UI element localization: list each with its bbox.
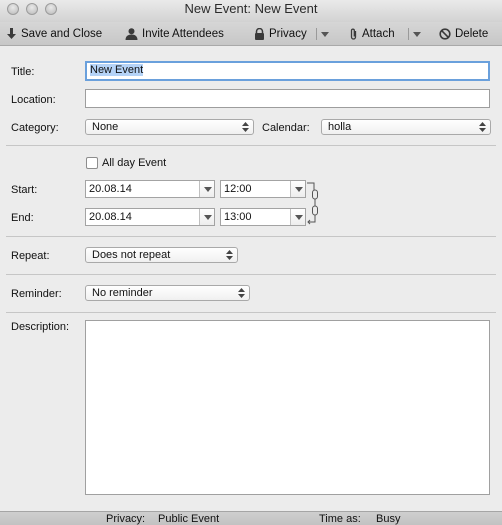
- status-privacy-value: Public Event: [158, 513, 220, 525]
- toolbar-separator: [408, 28, 409, 40]
- category-label: Category:: [11, 122, 59, 134]
- end-label: End:: [11, 212, 34, 224]
- toolbar: Save and Close Invite Attendees Privacy …: [0, 22, 502, 46]
- status-timeas-label: Time as:: [319, 513, 361, 525]
- start-date-value: 20.08.14: [89, 183, 132, 195]
- attach-button[interactable]: Attach: [349, 26, 395, 42]
- save-and-close-label: Save and Close: [21, 28, 103, 40]
- reminder-select[interactable]: No reminder: [85, 285, 250, 301]
- invite-attendees-button[interactable]: Invite Attendees: [125, 26, 224, 42]
- title-input[interactable]: New Event: [85, 61, 490, 81]
- start-time-value: 12:00: [224, 183, 252, 195]
- title-bar: New Event: New Event: [0, 0, 502, 22]
- section-divider: [6, 312, 496, 313]
- window-title: New Event: New Event: [184, 1, 318, 16]
- delete-button[interactable]: Delete: [439, 26, 488, 42]
- paperclip-icon: [349, 28, 358, 41]
- start-label: Start:: [11, 184, 38, 196]
- status-bar: Privacy: Public Event Time as: Busy: [0, 511, 502, 525]
- save-down-arrow-icon: [6, 28, 17, 40]
- start-time-combo[interactable]: 12:00: [220, 180, 306, 198]
- end-date-combo[interactable]: 20.08.14: [85, 208, 215, 226]
- description-textarea[interactable]: [85, 320, 490, 495]
- status-privacy-label: Privacy:: [106, 513, 146, 525]
- location-label: Location:: [11, 94, 56, 106]
- end-time-value: 13:00: [224, 211, 252, 223]
- updown-arrows-icon: [242, 122, 249, 132]
- section-divider: [6, 274, 496, 275]
- reminder-select-value: No reminder: [92, 287, 153, 299]
- category-select-value: None: [92, 121, 119, 133]
- toolbar-separator: [316, 28, 317, 40]
- person-icon: [125, 28, 138, 40]
- category-select[interactable]: None: [85, 119, 254, 135]
- calendar-label: Calendar:: [262, 122, 310, 134]
- updown-arrows-icon: [238, 288, 245, 298]
- attach-label: Attach: [362, 28, 395, 40]
- minimize-window-button[interactable]: [26, 3, 38, 15]
- calendar-select[interactable]: holla: [321, 119, 491, 135]
- end-date-dropdown-button[interactable]: [199, 209, 214, 225]
- privacy-dropdown-arrow-icon[interactable]: [321, 32, 329, 37]
- section-divider: [6, 236, 496, 237]
- updown-arrows-icon: [479, 122, 486, 132]
- privacy-label: Privacy: [269, 28, 307, 40]
- location-input[interactable]: [85, 89, 490, 108]
- close-window-button[interactable]: [7, 3, 19, 15]
- status-timeas-value: Busy: [376, 513, 401, 525]
- title-label: Title:: [11, 66, 35, 78]
- end-time-combo[interactable]: 13:00: [220, 208, 306, 226]
- zoom-window-button[interactable]: [45, 3, 57, 15]
- no-sign-icon: [439, 28, 451, 40]
- privacy-button[interactable]: Privacy: [254, 26, 307, 42]
- start-date-combo[interactable]: 20.08.14: [85, 180, 215, 198]
- repeat-label: Repeat:: [11, 250, 50, 262]
- reminder-label: Reminder:: [11, 288, 62, 300]
- start-time-dropdown-button[interactable]: [290, 181, 305, 197]
- save-and-close-button[interactable]: Save and Close: [6, 26, 102, 42]
- invite-attendees-label: Invite Attendees: [142, 28, 224, 40]
- all-day-checkbox[interactable]: [86, 157, 98, 169]
- updown-arrows-icon: [226, 250, 233, 260]
- delete-label: Delete: [455, 28, 489, 40]
- repeat-select[interactable]: Does not repeat: [85, 247, 238, 263]
- repeat-select-value: Does not repeat: [92, 249, 171, 261]
- end-time-dropdown-button[interactable]: [290, 209, 305, 225]
- chain-link-icon[interactable]: [307, 182, 321, 226]
- start-date-dropdown-button[interactable]: [199, 181, 214, 197]
- description-label: Description:: [11, 321, 70, 333]
- calendar-select-value: holla: [328, 121, 352, 133]
- end-date-value: 20.08.14: [89, 211, 132, 223]
- lock-icon: [254, 28, 265, 40]
- title-input-value: New Event: [90, 64, 144, 76]
- section-divider: [6, 145, 496, 146]
- attach-dropdown-arrow-icon[interactable]: [413, 32, 421, 37]
- all-day-label: All day Event: [102, 157, 167, 169]
